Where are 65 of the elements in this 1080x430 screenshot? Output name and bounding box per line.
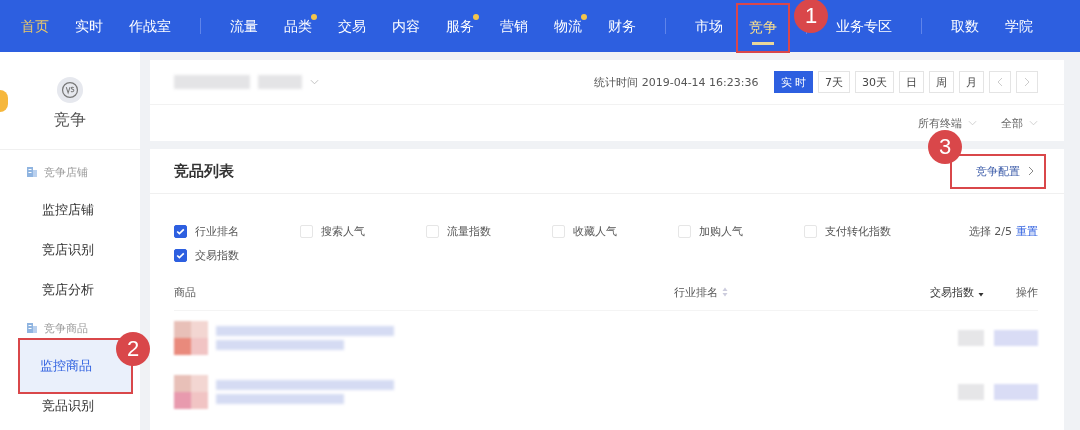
period-button[interactable]: 周 [929, 71, 954, 93]
card-title: 竞品列表 [174, 161, 234, 181]
nav-tab[interactable]: 内容 [379, 0, 433, 52]
checkbox-label: 流量指数 [447, 223, 491, 239]
chevron-right-icon [1028, 166, 1034, 176]
nav-tab[interactable]: 交易 [325, 0, 379, 52]
period-button[interactable]: 实 时 [773, 71, 813, 93]
nav-tab[interactable]: 服务 [433, 0, 487, 52]
nav-tab[interactable]: 流量 [217, 0, 271, 52]
next-button[interactable] [1016, 71, 1038, 93]
period-button[interactable]: 日 [899, 71, 924, 93]
column-header: 商品 [174, 284, 196, 300]
chevron-down-icon [1029, 120, 1038, 126]
filter-dropdown[interactable]: 全部 [1001, 115, 1038, 131]
blurred-value [958, 330, 984, 346]
step-number-badge: 2 [116, 332, 150, 366]
nav-tab[interactable]: 竞争 [736, 3, 790, 53]
vs-icon [56, 76, 84, 104]
checkbox-label: 行业排名 [195, 223, 239, 239]
checkbox[interactable] [174, 248, 187, 262]
column-header: 行业排名 [674, 284, 718, 300]
selection-count: 选择 2/5 [968, 223, 1012, 239]
section-label: 竞争商品 [44, 320, 88, 336]
filter-dropdown[interactable]: 所有终端 [918, 115, 977, 131]
chevron-down-icon [968, 120, 977, 126]
reset-link[interactable]: 重置 [1016, 223, 1038, 239]
blurred-value [958, 384, 984, 400]
nav-tab[interactable]: 市场 [682, 0, 736, 52]
step-number-badge: 1 [794, 0, 828, 33]
nav-tab[interactable]: 物流 [541, 0, 595, 52]
checkbox-label: 加购人气 [699, 223, 743, 239]
checkbox-label: 收藏人气 [573, 223, 617, 239]
checkbox-label: 交易指数 [195, 247, 239, 263]
previous-button[interactable] [989, 71, 1011, 93]
checkbox-label: 支付转化指数 [825, 223, 891, 239]
section-label: 竞争店铺 [44, 164, 88, 180]
shop-selector[interactable] [174, 75, 319, 89]
period-button[interactable]: 30天 [855, 71, 894, 93]
nav-tab[interactable]: 学院 [992, 0, 1046, 52]
nav-tab[interactable]: 财务 [595, 0, 649, 52]
nav-tab[interactable]: 首页 [8, 0, 62, 52]
chevron-right-icon [1024, 77, 1030, 87]
nav-tab[interactable]: 实时 [62, 0, 116, 52]
sidebar-item[interactable]: 竞店分析 [0, 270, 140, 310]
chevron-down-icon [310, 79, 319, 85]
stat-time: 统计时间 2019-04-14 16:23:36 [594, 74, 759, 90]
blurred-action-link[interactable] [994, 384, 1038, 400]
building-icon [26, 322, 38, 334]
nav-tab[interactable]: 作战室 [116, 0, 184, 52]
sidebar-title: 竞争 [54, 110, 86, 131]
period-button[interactable]: 7天 [818, 71, 850, 93]
sidebar-item[interactable]: 竞店识别 [0, 230, 140, 270]
blurred-action-link[interactable] [994, 330, 1038, 346]
building-icon [26, 166, 38, 178]
checkbox-label: 搜索人气 [321, 223, 365, 239]
nav-tab[interactable]: 品类 [271, 0, 325, 52]
nav-tab[interactable]: 取数 [938, 0, 992, 52]
checkbox[interactable] [174, 224, 187, 238]
sidebar-item[interactable]: 监控店铺 [0, 190, 140, 230]
nav-tab[interactable]: 营销 [487, 0, 541, 52]
period-button[interactable]: 月 [959, 71, 984, 93]
column-header: 操作 [1016, 284, 1038, 300]
chevron-left-icon [997, 77, 1003, 87]
config-link[interactable]: 竞争配置 [950, 153, 1046, 189]
column-header: 交易指数 [930, 284, 974, 300]
